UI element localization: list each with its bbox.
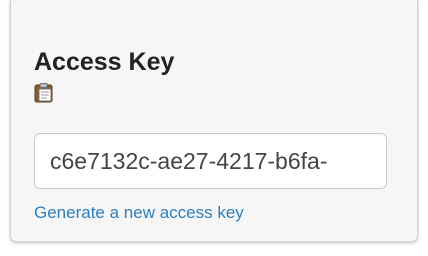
access-key-heading: Access Key [34,48,175,76]
generate-access-key-link[interactable]: Generate a new access key [34,203,244,223]
access-key-panel: Access Key Generate a new access key [10,0,418,242]
clipboard-copy-icon[interactable] [34,83,54,103]
access-key-field[interactable] [34,133,387,189]
